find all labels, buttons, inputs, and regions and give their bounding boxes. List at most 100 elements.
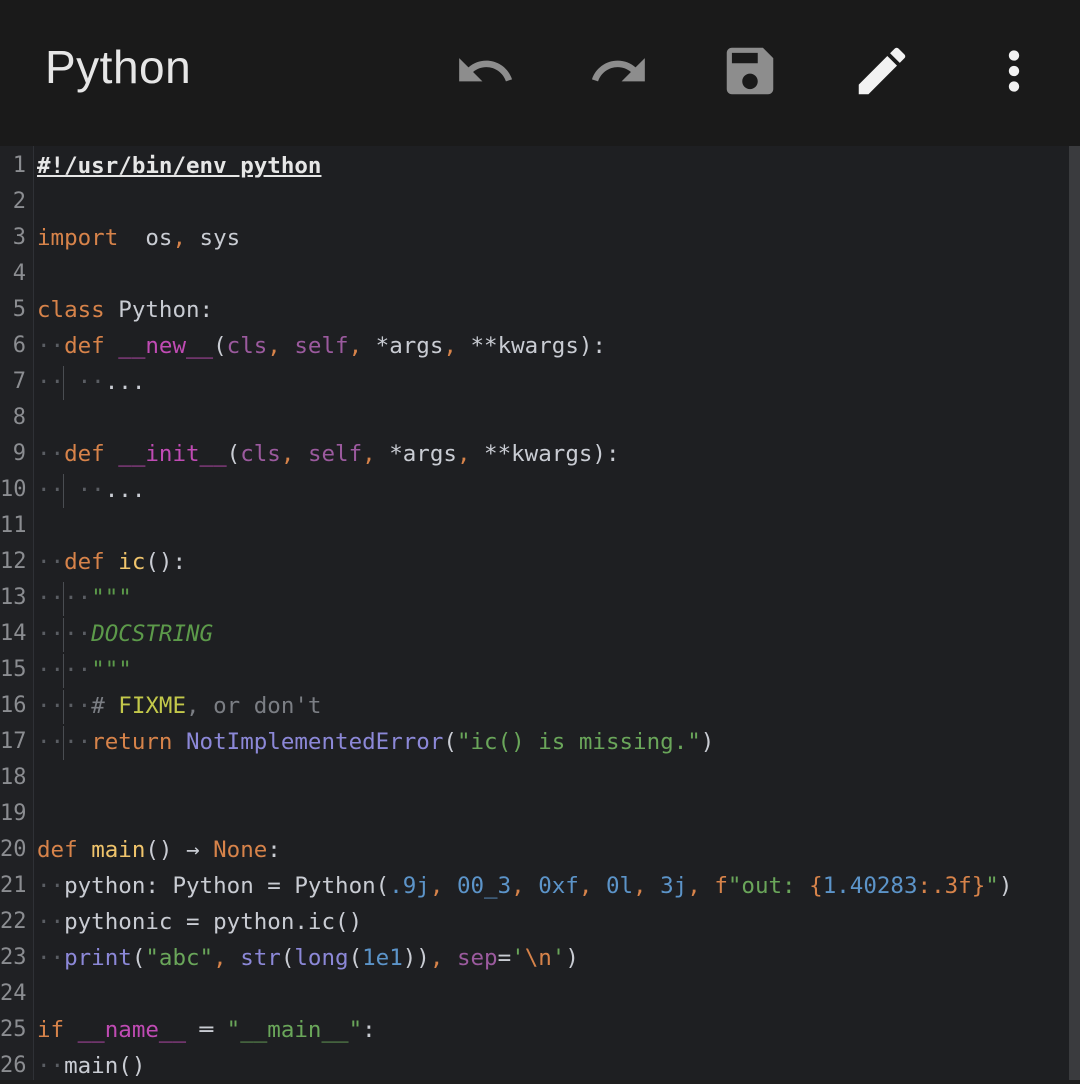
code-token: "__main__" [226,1017,363,1043]
code-token: main [91,837,146,863]
code-line[interactable]: 26 ··main() [0,1048,1068,1084]
code-line[interactable]: 20 def main() → None: [0,832,1068,868]
line-number: 24 [0,981,27,1006]
code-text: ····return NotImplementedError("ic() is … [37,724,714,760]
code-token: **kwargs): [456,333,606,359]
code-token: if [37,1017,65,1043]
code-token: def [64,333,105,359]
code-text: ··def ic(): [37,544,186,580]
whitespace-marker: ·· [37,873,65,899]
code-token: None [213,837,268,863]
code-text: ·· ··... [37,472,145,508]
code-text: import os, sys [37,220,240,256]
code-line[interactable]: 2 [0,184,1068,220]
code-line[interactable]: 7 ·· ··... [0,364,1068,400]
vertical-scrollbar[interactable] [1069,146,1080,1080]
whitespace-marker: ···· [37,585,92,611]
code-line[interactable]: 22 ··pythonic = python.ic() [0,904,1068,940]
code-token: main() [64,1053,146,1079]
code-token: .9j [389,873,430,899]
code-text: ··print("abc", str(long(1e1)), sep='\n') [37,940,579,976]
line-number: 19 [0,801,27,826]
code-line[interactable]: 19 [0,796,1068,832]
code-line[interactable]: 24 [0,976,1068,1012]
undo-button[interactable] [452,38,518,104]
line-number: 16 [0,693,27,718]
code-line[interactable]: 1 #!/usr/bin/env python [0,148,1068,184]
code-editor[interactable]: 1 #!/usr/bin/env python 2 3 import os, sys 4 5… [0,146,1080,1080]
code-line[interactable]: 18 [0,760,1068,796]
code-token: return [91,729,173,755]
code-line[interactable]: 6 ··def __new__(cls, self, *args, **kwarg… [0,328,1068,364]
line-number: 4 [12,261,26,286]
code-token: 00_3 [456,873,512,899]
code-token: """ [91,657,132,683]
more-vert-icon [1008,50,1020,92]
more-options-button[interactable] [981,38,1047,104]
code-token: # [91,693,119,719]
whitespace-marker: ·· [37,333,65,359]
code-token: *args [362,333,444,359]
code-line[interactable]: 9 ··def __init__(cls, self, *args, **kwar… [0,436,1068,472]
code-line[interactable]: 3 import os, sys [0,220,1068,256]
code-token: os [118,225,173,251]
code-token: ) [700,729,715,755]
edit-button[interactable] [849,38,915,104]
code-line[interactable]: 5 class Python: [0,292,1068,328]
line-number: 22 [0,909,27,934]
whitespace-marker: ·· [37,441,65,467]
code-token: **kwargs): [470,441,620,467]
code-line[interactable]: 11 [0,508,1068,544]
code-token: , [578,873,593,899]
line-number: 3 [12,225,26,250]
code-line[interactable]: 12 ··def ic(): [0,544,1068,580]
code-token: "ic() is missing." [456,729,701,755]
save-icon [726,47,774,95]
line-number: 20 [0,837,27,862]
redo-button[interactable] [586,38,652,104]
code-line[interactable]: 25 if __name__ ═ "__main__": [0,1012,1068,1048]
code-token: sep [456,945,498,971]
code-token: self [307,441,363,467]
app-title: Python [45,41,192,93]
code-token: def [64,549,105,575]
line-number: 13 [0,585,27,610]
code-text: if __name__ ═ "__main__": [37,1012,376,1048]
code-token: , [362,441,376,467]
code-token: str [240,945,281,971]
line-number: 5 [12,297,26,322]
whitespace-marker: ·· [37,477,65,503]
code-line[interactable]: 13 ····""" [0,580,1068,616]
code-token: )) [402,945,430,971]
code-line[interactable]: 21 ··python: Python = Python(.9j, 00_3, 0… [0,868,1068,904]
code-text: def main() → None: [37,832,281,868]
line-number: 11 [0,513,27,538]
code-line[interactable]: 8 [0,400,1068,436]
line-number: 26 [0,1053,27,1078]
code-token: def [37,837,78,863]
code-token: def [64,441,105,467]
line-number: 9 [12,441,26,466]
save-button[interactable] [717,38,783,104]
whitespace-marker: ···· [37,693,92,719]
code-line[interactable]: 17 ····return NotImplementedError("ic() i… [0,724,1068,760]
code-line[interactable]: 16 ····# FIXME, or don't [0,688,1068,724]
code-token: sys [186,225,241,251]
code-token: , [172,225,187,251]
code-line[interactable]: 23 ··print("abc", str(long(1e1)), sep='\n… [0,940,1068,976]
indent-guide [63,474,64,508]
code-token: ic [118,549,146,575]
code-token: ( [226,441,241,467]
line-number: 25 [0,1017,27,1042]
code-line[interactable]: 15 ····""" [0,652,1068,688]
line-number: 18 [0,765,27,790]
code-line[interactable]: 14 ····DOCSTRING [0,616,1068,652]
whitespace-marker: ···· [37,621,92,647]
code-line[interactable]: 10 ·· ··... [0,472,1068,508]
code-line[interactable]: 4 [0,256,1068,292]
code-token: \n [524,945,552,971]
